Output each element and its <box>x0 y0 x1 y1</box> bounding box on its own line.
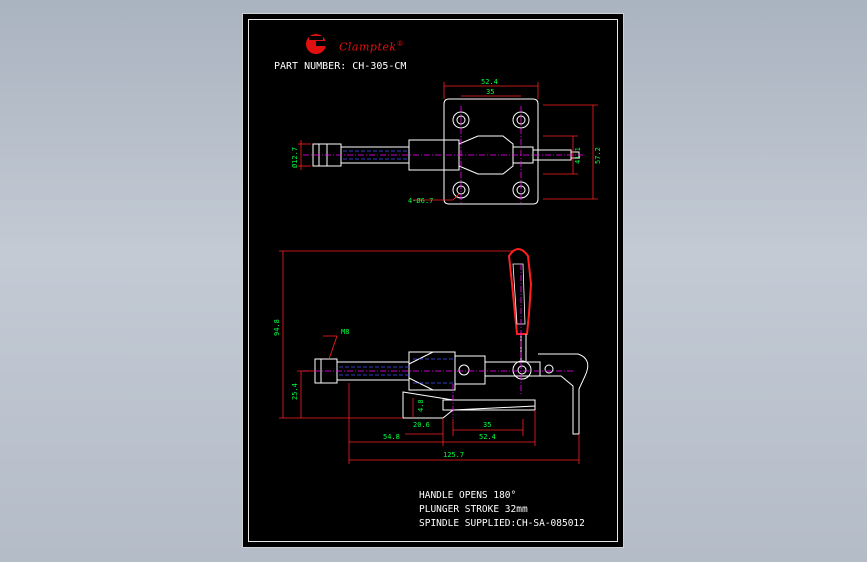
dim-thread: M8 <box>341 328 349 336</box>
side-view <box>314 351 589 435</box>
dim-overall-height: 94.8 <box>273 319 281 336</box>
note-plunger-stroke: PLUNGER STROKE 32mm <box>419 504 528 515</box>
side-dimension-lines <box>279 250 580 464</box>
note-spindle-supplied: SPINDLE SUPPLIED:CH-SA-085012 <box>419 518 585 529</box>
dim-top-hole-spacing: 35 <box>486 88 494 96</box>
dim-height-inner: 41.1 <box>574 147 582 164</box>
side-centerlines <box>303 264 573 418</box>
note-handle-opens: HANDLE OPENS 180° <box>419 490 517 501</box>
top-dimension-lines <box>298 82 598 201</box>
dim-plunger-len: 54.8 <box>383 433 400 441</box>
top-view <box>312 98 580 205</box>
brand-name: Clamptek® <box>339 40 405 54</box>
drawing-notes: HANDLE OPENS 180° PLUNGER STROKE 32mm SP… <box>419 489 585 531</box>
clamptek-logo-icon <box>306 34 328 54</box>
dim-holes: 4-Ø6.7 <box>408 197 433 205</box>
part-number: PART NUMBER: CH-305-CM <box>274 61 407 72</box>
dim-plunger-dia: Ø12.7 <box>291 147 299 168</box>
dim-side-base-width: 52.4 <box>479 433 496 441</box>
drawing-sheet: 52.4 35 Ø12.7 41.1 57.2 4-Ø6.7 M8 94.8 2… <box>242 13 624 548</box>
top-centerlines <box>303 106 583 204</box>
dim-overall-len: 125.7 <box>443 451 464 459</box>
dimension-labels: 52.4 35 Ø12.7 41.1 57.2 4-Ø6.7 M8 94.8 2… <box>273 78 602 459</box>
dim-height-outer: 57.2 <box>594 147 602 164</box>
dim-top-width: 52.4 <box>481 78 498 86</box>
dim-base-height: 25.4 <box>291 383 299 400</box>
dim-side-hole-spacing: 35 <box>483 421 491 429</box>
dim-offset: 20.6 <box>413 421 430 429</box>
handle <box>507 248 533 335</box>
dim-base-thk: 4.8 <box>417 399 425 412</box>
technical-drawing: 52.4 35 Ø12.7 41.1 57.2 4-Ø6.7 M8 94.8 2… <box>273 34 602 464</box>
